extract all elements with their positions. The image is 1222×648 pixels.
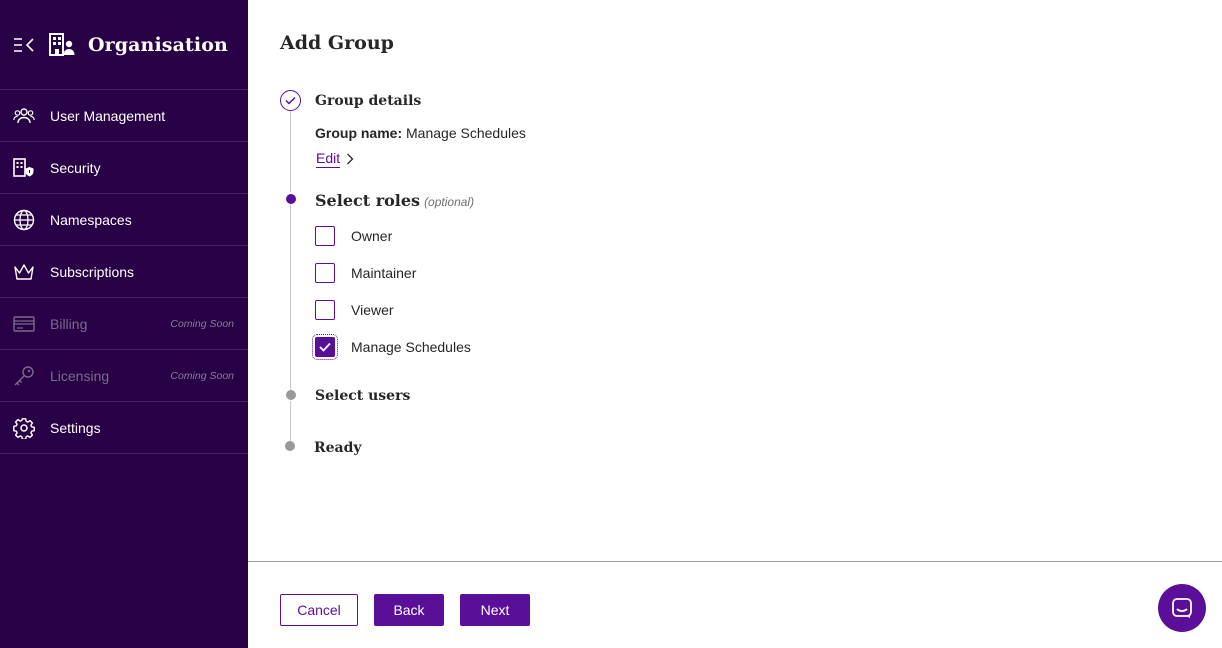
page-title: Add Group xyxy=(280,32,394,54)
coming-soon-badge: Coming Soon xyxy=(170,369,234,382)
organisation-icon xyxy=(49,32,77,58)
gear-icon xyxy=(13,417,35,439)
sidebar-item-label: Billing xyxy=(50,315,88,332)
chat-launcher-button[interactable] xyxy=(1158,584,1206,632)
main-content: Add Group Group details Group name: Mana… xyxy=(248,0,1222,648)
globe-icon xyxy=(13,209,35,231)
role-checkbox[interactable] xyxy=(315,226,335,246)
sidebar-item-label: Subscriptions xyxy=(50,263,135,280)
chat-icon xyxy=(1172,598,1192,619)
checkmark-icon xyxy=(319,342,331,352)
sidebar: Organisation User Management Security Na… xyxy=(0,0,248,648)
coming-soon-badge: Coming Soon xyxy=(170,317,234,330)
role-option-owner[interactable]: Owner xyxy=(315,226,392,246)
sidebar-item-namespaces[interactable]: Namespaces xyxy=(0,194,248,246)
role-option-viewer[interactable]: Viewer xyxy=(315,300,394,320)
role-option-maintainer[interactable]: Maintainer xyxy=(315,263,416,283)
sidebar-item-subscriptions[interactable]: Subscriptions xyxy=(0,246,248,298)
sidebar-item-licensing: Licensing Coming Soon xyxy=(0,350,248,402)
group-name-summary: Group name: Manage Schedules xyxy=(315,125,526,141)
sidebar-item-security[interactable]: Security xyxy=(0,142,248,194)
crown-icon xyxy=(13,261,35,283)
sidebar-item-label: Namespaces xyxy=(50,211,132,228)
chevron-right-icon xyxy=(347,153,354,165)
edit-link-label: Edit xyxy=(316,150,341,168)
step-title-ready: Ready xyxy=(314,440,362,456)
step-active-dot xyxy=(286,194,296,204)
group-name-value: Manage Schedules xyxy=(406,125,526,141)
step-title-group-details: Group details xyxy=(315,93,422,109)
organisation-title: Organisation xyxy=(88,33,228,56)
cancel-button[interactable]: Cancel xyxy=(280,594,358,626)
sidebar-item-label: Licensing xyxy=(50,367,110,384)
building-shield-icon xyxy=(13,157,35,179)
stepper-connector xyxy=(290,111,291,192)
footer-divider xyxy=(248,561,1222,562)
step-complete-check-icon xyxy=(280,90,301,111)
next-button[interactable]: Next xyxy=(460,594,530,626)
sidebar-item-label: User Management xyxy=(50,107,166,124)
key-icon xyxy=(13,365,35,387)
sidebar-header: Organisation xyxy=(0,0,248,90)
stepper-connector xyxy=(290,401,291,441)
role-label: Viewer xyxy=(351,302,394,318)
back-button[interactable]: Back xyxy=(374,594,444,626)
role-label: Manage Schedules xyxy=(351,339,471,355)
step-pending-dot xyxy=(285,441,295,451)
credit-card-icon xyxy=(13,313,35,335)
step-title-select-users: Select users xyxy=(315,388,411,404)
role-option-manage-schedules[interactable]: Manage Schedules xyxy=(312,334,471,360)
stepper-connector xyxy=(290,204,291,390)
collapse-icon xyxy=(14,37,34,52)
role-label: Owner xyxy=(351,228,393,244)
collapse-sidebar-button[interactable] xyxy=(13,34,37,56)
role-checkbox[interactable] xyxy=(315,263,335,283)
sidebar-item-user-management[interactable]: User Management xyxy=(0,90,248,142)
sidebar-item-label: Settings xyxy=(50,419,101,436)
edit-group-details-link[interactable]: Edit xyxy=(316,150,354,168)
role-label: Maintainer xyxy=(351,265,417,281)
step-title-select-roles: Select roles (optional) xyxy=(315,191,474,210)
optional-label: (optional) xyxy=(424,195,475,209)
users-icon xyxy=(13,105,35,127)
step-pending-dot xyxy=(286,390,296,400)
sidebar-item-settings[interactable]: Settings xyxy=(0,402,248,454)
role-checkbox-checked[interactable] xyxy=(312,334,338,360)
sidebar-item-label: Security xyxy=(50,159,101,176)
group-name-label: Group name: xyxy=(315,125,403,141)
sidebar-item-billing: Billing Coming Soon xyxy=(0,298,248,350)
select-roles-title: Select roles xyxy=(315,191,421,210)
role-checkbox[interactable] xyxy=(315,300,335,320)
